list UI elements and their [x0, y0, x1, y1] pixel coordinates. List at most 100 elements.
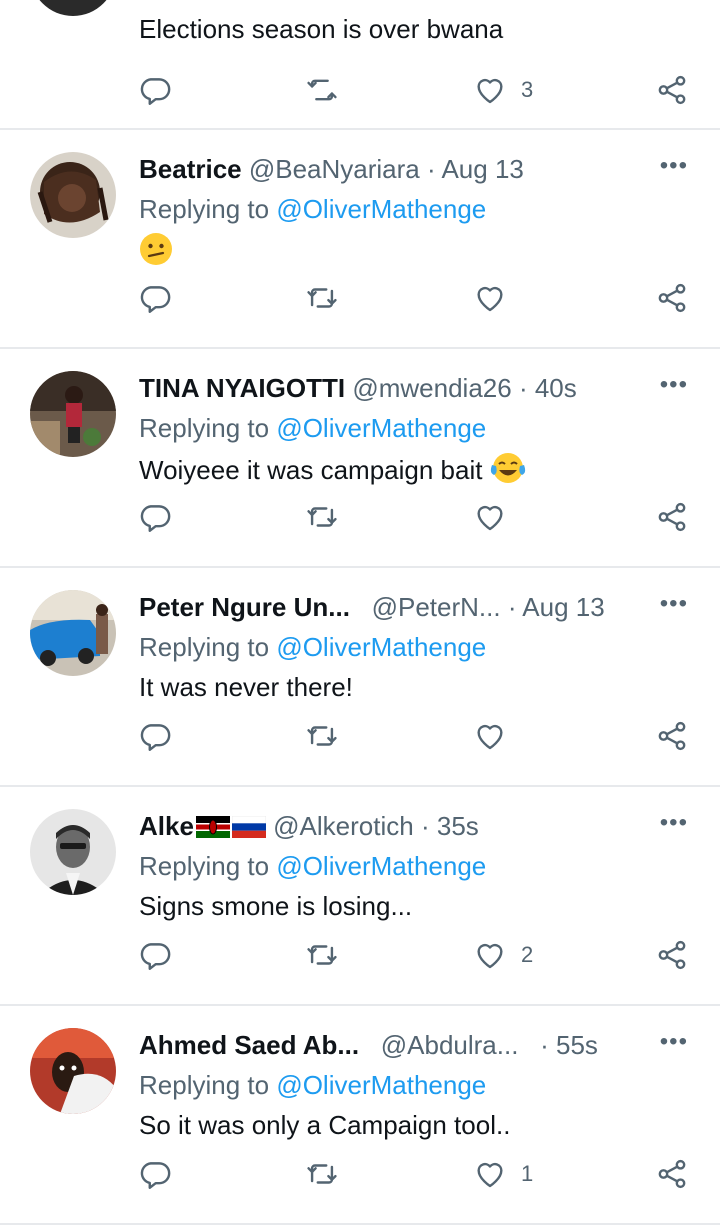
tweet[interactable]: Ahmed Saed Ab... @Abdulra... · 55s ••• R…	[0, 1006, 720, 1225]
mention-link[interactable]: @OliverMathenge	[276, 851, 486, 881]
tweet-actions	[0, 278, 720, 318]
retweet-button[interactable]	[305, 497, 339, 537]
like-count: 1	[521, 1161, 534, 1186]
like-button[interactable]	[473, 278, 521, 318]
separator: ·	[518, 373, 528, 403]
share-button[interactable]	[655, 497, 689, 537]
user-handle[interactable]: @mwendia26	[352, 373, 511, 403]
retweet-button[interactable]	[305, 1154, 339, 1194]
like-count: 2	[521, 942, 534, 967]
tweet-header: Peter Ngure Un... @PeterN... · Aug 13	[139, 590, 650, 624]
reply-button[interactable]	[138, 497, 172, 537]
share-button[interactable]	[655, 278, 689, 318]
like-button[interactable]	[473, 497, 521, 537]
timestamp[interactable]: 40s	[535, 373, 577, 403]
timestamp[interactable]: Aug 13	[522, 592, 604, 622]
retweet-button[interactable]	[305, 70, 339, 110]
avatar[interactable]	[30, 0, 116, 16]
reply-button[interactable]	[138, 278, 172, 318]
tweet-text: So it was only a Campaign tool..	[139, 1110, 511, 1140]
tweet[interactable]: Elections season is over bwana 3	[0, 0, 720, 130]
user-handle[interactable]: @Abdulra...	[381, 1030, 519, 1060]
tweet-feed: Elections season is over bwana 3 Beatric…	[0, 0, 720, 1225]
tweet-actions: 1	[0, 1154, 720, 1194]
like-button[interactable]: 2	[473, 935, 533, 975]
tweet-text: Signs smone is losing...	[139, 891, 413, 921]
avatar[interactable]	[30, 1028, 116, 1114]
display-name[interactable]: Peter Ngure Un...	[139, 592, 350, 622]
like-button[interactable]: 3	[473, 70, 533, 110]
reply-button[interactable]	[138, 70, 172, 110]
tweet[interactable]: TINA NYAIGOTTI @mwendia26 · 40s ••• Repl…	[0, 349, 720, 568]
tears-of-joy-emoji	[490, 451, 526, 493]
kenya-flag-icon	[195, 812, 230, 838]
more-options-icon[interactable]: •••	[660, 373, 688, 397]
tweet-text-content: Woiyeee it was campaign bait	[139, 454, 490, 485]
display-name[interactable]: Ahmed Saed Ab...	[139, 1030, 359, 1060]
mention-link[interactable]: @OliverMathenge	[276, 194, 486, 224]
like-button[interactable]	[473, 716, 521, 756]
replying-prefix: Replying to	[139, 413, 277, 443]
share-button[interactable]	[655, 1154, 689, 1194]
avatar[interactable]	[30, 371, 116, 457]
reply-button[interactable]	[138, 1154, 172, 1194]
share-button[interactable]	[655, 70, 689, 110]
more-options-icon[interactable]: •••	[660, 811, 688, 835]
more-options-icon[interactable]: •••	[660, 1030, 688, 1054]
heart-icon	[477, 78, 503, 104]
reply-icon	[140, 78, 171, 105]
more-options-icon[interactable]: •••	[660, 592, 688, 616]
avatar[interactable]	[30, 590, 116, 676]
replying-prefix: Replying to	[139, 1070, 277, 1100]
user-handle[interactable]: @PeterN...	[372, 592, 501, 622]
tweet-header: Alke @Alkerotich · 35s	[139, 809, 650, 843]
user-handle[interactable]: @BeaNyariara	[249, 154, 420, 184]
tweet[interactable]: Beatrice @BeaNyariara · Aug 13 ••• Reply…	[0, 130, 720, 349]
share-icon	[658, 940, 686, 970]
separator: ·	[427, 154, 436, 184]
replying-to: Replying to @OliverMathenge	[139, 630, 486, 664]
display-name[interactable]: TINA NYAIGOTTI	[139, 373, 345, 403]
replying-prefix: Replying to	[139, 851, 277, 881]
share-button[interactable]	[655, 716, 689, 756]
avatar[interactable]	[30, 152, 116, 238]
replying-prefix: Replying to	[139, 194, 277, 224]
tweet[interactable]: Alke @Alkerotich · 35s ••• Replying to @…	[0, 787, 720, 1006]
replying-to: Replying to @OliverMathenge	[139, 411, 486, 445]
tweet-actions: 3	[0, 70, 720, 110]
tweet[interactable]: Peter Ngure Un... @PeterN... · Aug 13 ••…	[0, 568, 720, 787]
retweet-button[interactable]	[305, 278, 339, 318]
like-button[interactable]: 1	[473, 1154, 533, 1194]
retweet-icon	[307, 1164, 337, 1184]
share-icon	[658, 502, 686, 532]
separator: ·	[420, 811, 430, 841]
heart-icon	[477, 724, 503, 750]
retweet-button[interactable]	[305, 935, 339, 975]
avatar[interactable]	[30, 809, 116, 895]
more-options-icon[interactable]: •••	[660, 154, 688, 178]
display-name[interactable]: Alke	[139, 811, 194, 841]
mention-link[interactable]: @OliverMathenge	[276, 1070, 486, 1100]
timestamp[interactable]: Aug 13	[441, 154, 523, 184]
retweet-button[interactable]	[305, 716, 339, 756]
mention-link[interactable]: @OliverMathenge	[276, 632, 486, 662]
heart-icon	[477, 286, 503, 312]
mention-link[interactable]: @OliverMathenge	[276, 413, 486, 443]
retweet-icon	[307, 507, 337, 527]
reply-button[interactable]	[138, 935, 172, 975]
user-handle[interactable]: @Alkerotich	[273, 811, 414, 841]
retweet-icon	[307, 945, 337, 965]
share-icon	[658, 75, 686, 105]
tweet-text: It was never there!	[139, 672, 353, 702]
share-icon	[658, 283, 686, 313]
heart-icon	[477, 1162, 503, 1188]
tweet-header: Beatrice @BeaNyariara · Aug 13	[139, 152, 650, 186]
reply-button[interactable]	[138, 716, 172, 756]
timestamp[interactable]: 35s	[437, 811, 479, 841]
timestamp[interactable]: 55s	[556, 1030, 598, 1060]
display-name[interactable]: Beatrice	[139, 154, 242, 184]
share-button[interactable]	[655, 935, 689, 975]
retweet-icon	[307, 726, 337, 746]
tweet-actions: 2	[0, 935, 720, 975]
tweet-text	[139, 232, 173, 274]
